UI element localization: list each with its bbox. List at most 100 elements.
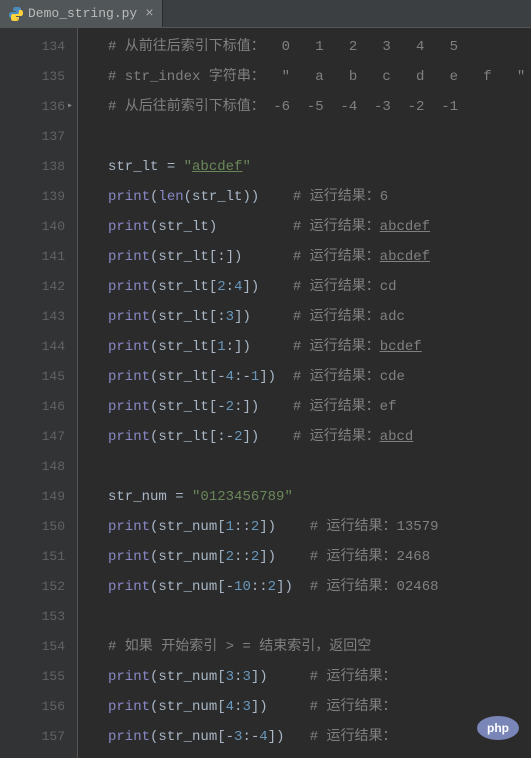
token-paren: ::: [234, 512, 251, 542]
line-number: 151: [6, 542, 65, 572]
code-line: # 如果 开始索引 > = 结束索引，返回空: [108, 632, 531, 662]
line-number: 155: [6, 662, 65, 692]
token-paren: ::: [234, 542, 251, 572]
line-number: 154: [6, 632, 65, 662]
code-line: # str_index 字符串： ″ a b c d e f ″: [108, 62, 531, 92]
line-number: 146: [6, 392, 65, 422]
token-number: 4: [234, 272, 242, 302]
token-comment: # 运行结果：: [293, 242, 380, 272]
close-icon[interactable]: ×: [145, 6, 153, 22]
token-number: 2: [251, 512, 259, 542]
token-paren: :]): [234, 392, 293, 422]
token-paren: ]): [242, 422, 292, 452]
token-paren: (: [150, 182, 158, 212]
token-number: 10: [234, 572, 251, 602]
token-paren: ]): [242, 272, 292, 302]
code-area[interactable]: # 从前往后索引下标值： 0 1 2 3 4 5# str_index 字符串：…: [78, 28, 531, 758]
token-builtin: print: [108, 182, 150, 212]
token-number: 2: [226, 392, 234, 422]
token-paren: [: [217, 692, 225, 722]
token-ident: str_lt: [158, 212, 208, 242]
token-ident: str_num: [158, 512, 217, 542]
line-number: 145: [6, 362, 65, 392]
token-paren: [: [217, 512, 225, 542]
token-ident: str_lt: [158, 302, 208, 332]
token-paren: (: [150, 662, 158, 692]
token-comment: # 运行结果：adc: [293, 302, 405, 332]
token-comment: # 运行结果：2468: [310, 542, 430, 572]
code-line: [108, 602, 531, 632]
token-paren: :: [226, 272, 234, 302]
code-line: print(str_lt[:]) # 运行结果：abcdef: [108, 242, 531, 272]
token-comment: # 运行结果：: [293, 332, 380, 362]
tab-file[interactable]: Demo_string.py ×: [0, 0, 163, 27]
line-number: 141: [6, 242, 65, 272]
line-number: 136▸: [6, 92, 65, 122]
token-paren: ]): [259, 362, 293, 392]
token-paren: (: [150, 332, 158, 362]
line-number: 149: [6, 482, 65, 512]
token-paren: (: [150, 572, 158, 602]
line-number: 157: [6, 722, 65, 752]
token-number: 4: [226, 362, 234, 392]
token-number: 2: [226, 542, 234, 572]
token-ident: str_lt: [158, 422, 208, 452]
token-paren: [:: [209, 302, 226, 332]
code-line: print(str_lt[-4:-1]) # 运行结果：cde: [108, 362, 531, 392]
token-builtin: print: [108, 572, 150, 602]
token-number: 2: [268, 572, 276, 602]
token-comment-u: abcdef: [380, 242, 430, 272]
token-ident: str_lt: [108, 152, 167, 182]
token-paren: [: [217, 542, 225, 572]
token-paren: ]): [259, 512, 309, 542]
code-line: print(str_num[-3:-4]) # 运行结果：: [108, 722, 531, 752]
token-paren: [-: [209, 362, 226, 392]
token-comment: # 从后往前索引下标值： -6 -5 -4 -3 -2 -1: [108, 92, 458, 122]
code-line: str_lt = ″abcdef″: [108, 152, 531, 182]
token-ident: str_lt: [158, 242, 208, 272]
token-comment: # 运行结果：: [293, 212, 380, 242]
code-line: print(str_num[1::2]) # 运行结果：13579: [108, 512, 531, 542]
token-paren: (: [150, 542, 158, 572]
fold-icon[interactable]: ▸: [67, 92, 73, 122]
token-paren: (: [150, 392, 158, 422]
token-ident: str_num: [158, 572, 217, 602]
php-watermark: php: [477, 716, 519, 740]
token-number: 2: [251, 542, 259, 572]
code-line: str_num = ″0123456789″: [108, 482, 531, 512]
line-number: 134: [6, 32, 65, 62]
line-number: 144: [6, 332, 65, 362]
line-number: 138: [6, 152, 65, 182]
tab-title: Demo_string.py: [28, 6, 137, 21]
line-number: 139: [6, 182, 65, 212]
token-paren: (: [150, 692, 158, 722]
token-number: 3: [242, 662, 250, 692]
token-ident: str_num: [158, 542, 217, 572]
line-number: 150: [6, 512, 65, 542]
token-comment: # 如果 开始索引 > = 结束索引，返回空: [108, 632, 371, 662]
token-paren: (: [150, 302, 158, 332]
token-ident: str_lt: [158, 362, 208, 392]
token-paren: [:]): [209, 242, 293, 272]
token-paren: :]): [226, 332, 293, 362]
token-paren: (: [150, 242, 158, 272]
token-ident: str_lt: [158, 272, 208, 302]
token-paren: ]): [268, 722, 310, 752]
token-builtin: print: [108, 302, 150, 332]
token-paren: [-: [217, 572, 234, 602]
code-line: print(str_lt[2:4]) # 运行结果：cd: [108, 272, 531, 302]
code-line: print(str_lt[-2:]) # 运行结果：ef: [108, 392, 531, 422]
token-builtin: print: [108, 422, 150, 452]
token-paren: (: [150, 362, 158, 392]
token-number: 3: [242, 692, 250, 722]
token-paren: ]): [251, 662, 310, 692]
line-number: 156: [6, 692, 65, 722]
line-number: 137: [6, 122, 65, 152]
code-line: # 从前往后索引下标值： 0 1 2 3 4 5: [108, 32, 531, 62]
token-comment: # 从前往后索引下标值： 0 1 2 3 4 5: [108, 32, 458, 62]
token-paren: ]): [276, 572, 310, 602]
token-string: ″: [242, 152, 250, 182]
token-builtin: print: [108, 542, 150, 572]
token-paren: (: [150, 272, 158, 302]
token-number: 2: [234, 422, 242, 452]
